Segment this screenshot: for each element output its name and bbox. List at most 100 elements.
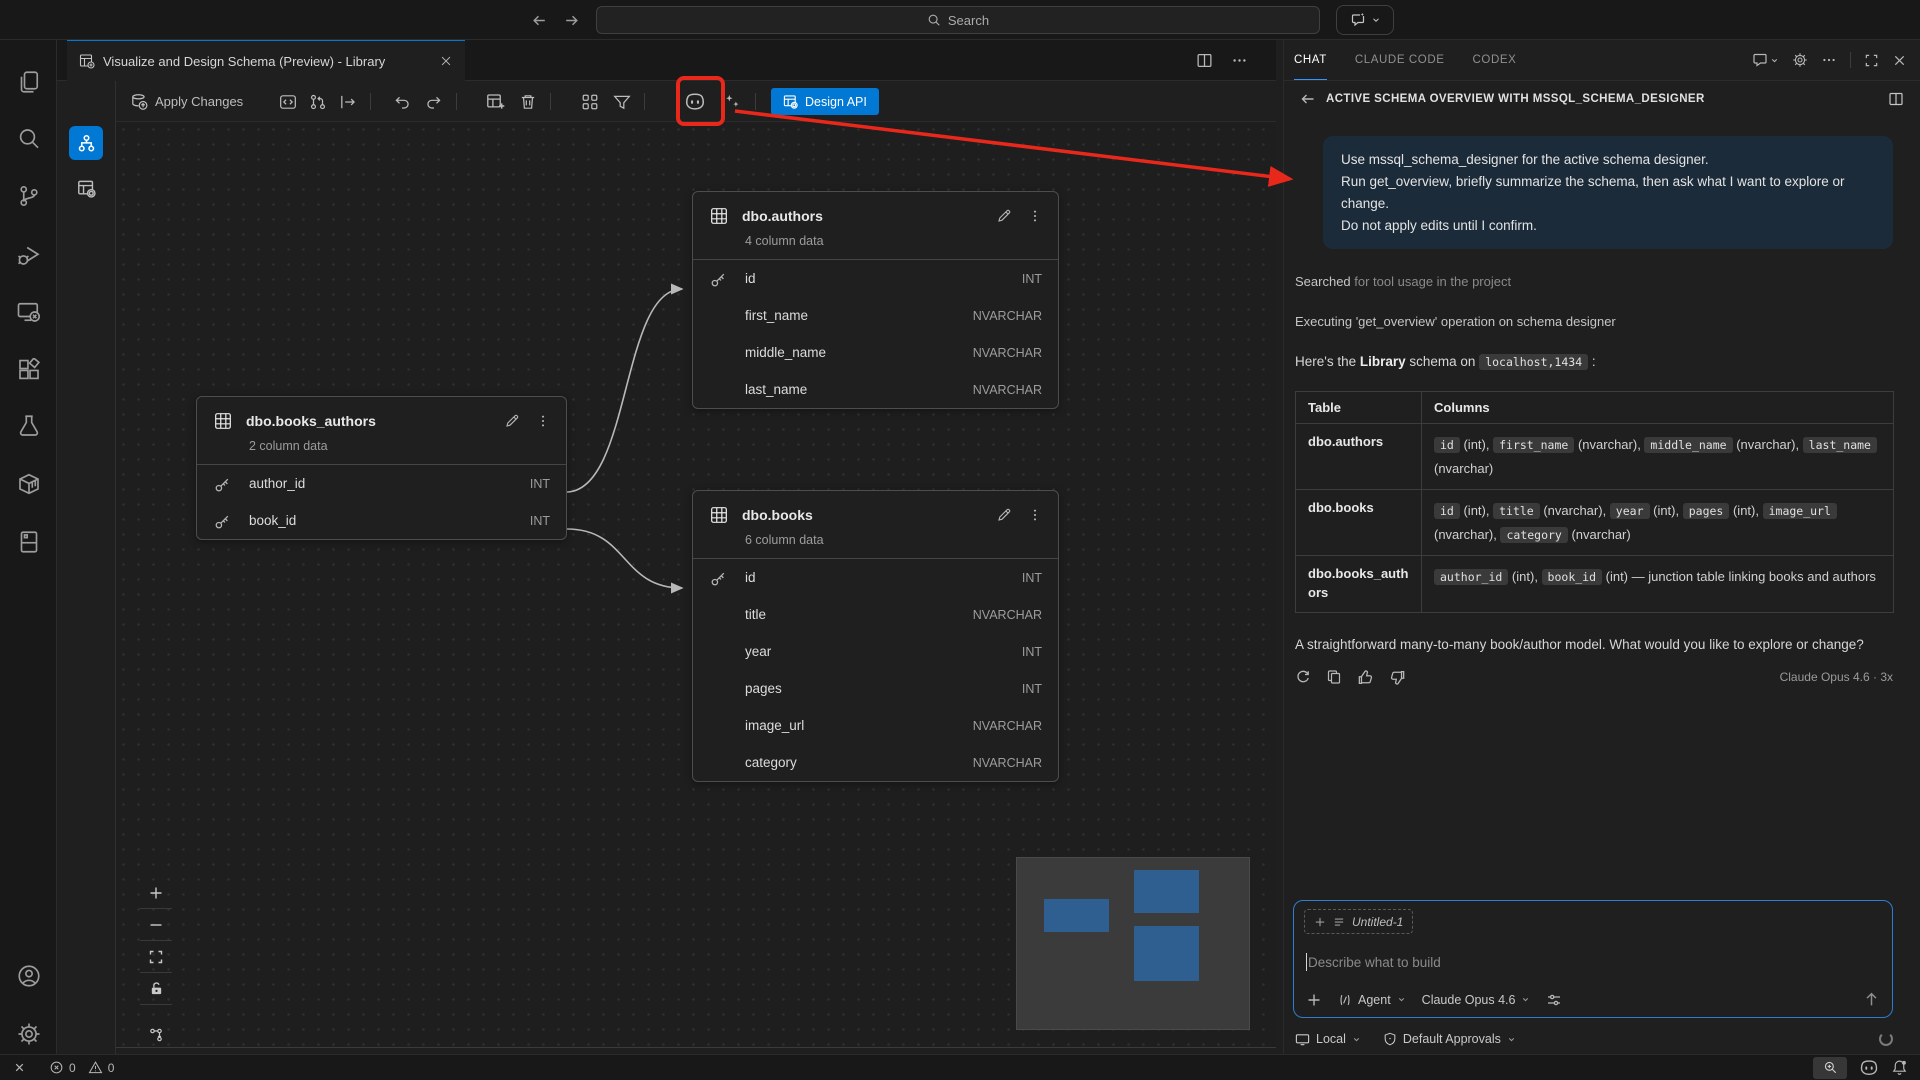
column-row[interactable]: author_idINT [197, 465, 566, 502]
column-row[interactable]: image_urlNVARCHAR [693, 707, 1058, 744]
undo-icon[interactable] [390, 81, 414, 122]
chat-input-box[interactable]: Untitled-1 Describe what to build Agent … [1293, 900, 1893, 1018]
column-row[interactable]: titleNVARCHAR [693, 596, 1058, 633]
zoom-out-button[interactable] [140, 909, 172, 941]
column-row[interactable]: idINT [693, 260, 1058, 297]
redo-icon[interactable] [422, 81, 446, 122]
copilot-chat-button[interactable] [1336, 5, 1394, 35]
containers-icon[interactable] [0, 460, 57, 508]
model-selector[interactable]: Claude Opus 4.6 [1422, 993, 1531, 1007]
maximize-panel-icon[interactable] [1864, 53, 1879, 68]
node-menu-icon[interactable] [536, 414, 550, 428]
export-icon[interactable] [336, 81, 360, 122]
column-row[interactable]: categoryNVARCHAR [693, 744, 1058, 781]
zoom-in-button[interactable] [140, 877, 172, 909]
explorer-icon[interactable] [0, 58, 57, 106]
fit-view-button[interactable] [140, 941, 172, 973]
column-row[interactable]: last_nameNVARCHAR [693, 371, 1058, 408]
add-table-icon[interactable] [482, 81, 508, 122]
column-row[interactable]: middle_name NVARCHAR [693, 334, 1058, 371]
database-projects-icon[interactable] [0, 518, 57, 566]
primary-key-icon [710, 570, 731, 586]
node-menu-icon[interactable] [1028, 209, 1042, 223]
search-view-icon[interactable] [0, 115, 57, 163]
mode-selector[interactable]: Agent [1338, 993, 1406, 1007]
chat-settings-gear-icon[interactable] [1792, 52, 1808, 68]
key-spacer [710, 644, 731, 660]
auto-layout-button[interactable] [140, 1019, 172, 1047]
auto-arrange-icon[interactable] [578, 81, 602, 122]
thumbs-up-icon[interactable] [1357, 669, 1374, 686]
nav-forward-icon[interactable] [560, 9, 582, 31]
column-name: middle_name [745, 345, 826, 360]
environment-selector[interactable]: Local [1295, 1032, 1361, 1047]
context-chip[interactable]: Untitled-1 [1304, 909, 1413, 934]
schema-node-authors[interactable]: dbo.authors4 column dataidINTfirst_nameN… [692, 191, 1059, 409]
tab-codex[interactable]: CODEX [1473, 40, 1517, 80]
mode-label: Agent [1358, 993, 1391, 1007]
send-button[interactable] [1863, 991, 1880, 1008]
node-menu-icon[interactable] [1028, 508, 1042, 522]
tab-close-icon[interactable] [439, 54, 453, 68]
filter-icon[interactable] [610, 81, 634, 122]
thumbs-down-icon[interactable] [1389, 669, 1406, 686]
nav-back-icon[interactable] [528, 9, 550, 31]
remote-explorer-icon[interactable] [0, 288, 57, 336]
minimap[interactable] [1016, 857, 1250, 1030]
edit-table-icon[interactable] [996, 208, 1012, 224]
view-code-icon[interactable] [276, 81, 300, 122]
design-api-button[interactable]: Design API [771, 88, 879, 115]
run-debug-icon[interactable] [0, 231, 57, 279]
table-icon [710, 506, 728, 524]
edit-table-icon[interactable] [504, 413, 520, 429]
webview-zoom-button[interactable] [1813, 1057, 1847, 1079]
tab-chat[interactable]: CHAT [1294, 40, 1327, 80]
ai-edit-sparkle-icon[interactable] [720, 81, 744, 122]
settings-gear-icon[interactable] [0, 1010, 57, 1058]
schema-node-books[interactable]: dbo.books6 column dataidINTtitleNVARCHAR… [692, 490, 1059, 782]
close-panel-icon[interactable] [1892, 53, 1907, 68]
remote-indicator-icon[interactable] [12, 1060, 27, 1075]
node-subtitle: 4 column data [693, 225, 1058, 260]
canvas-scrollbar[interactable] [116, 1047, 1276, 1054]
copilot-icon[interactable] [681, 81, 709, 122]
column-row[interactable]: pagesINT [693, 670, 1058, 707]
accounts-icon[interactable] [0, 952, 57, 1000]
column-row[interactable]: first_nameNVARCHAR [693, 297, 1058, 334]
extensions-icon[interactable] [0, 346, 57, 394]
search-input[interactable]: Search [596, 6, 1320, 34]
chat-more-icon[interactable] [1821, 52, 1837, 68]
chat-sessions-icon[interactable] [1752, 52, 1779, 68]
approvals-selector[interactable]: Default Approvals [1383, 1032, 1516, 1046]
column-row[interactable]: idINT [693, 559, 1058, 596]
tab-claude-code[interactable]: CLAUDE CODE [1355, 40, 1445, 80]
edit-table-icon[interactable] [996, 507, 1012, 523]
apply-changes-button[interactable]: Apply Changes [130, 81, 243, 122]
compare-changes-icon[interactable] [306, 81, 330, 122]
minimap-node-authors [1134, 870, 1199, 913]
lock-button[interactable] [140, 973, 172, 1005]
notifications-bell-icon[interactable] [1891, 1059, 1908, 1076]
source-control-icon[interactable] [0, 172, 57, 220]
schema-node-books_authors[interactable]: dbo.books_authors2 column dataauthor_idI… [196, 396, 567, 540]
back-arrow-icon[interactable] [1300, 91, 1316, 107]
tab-schema-designer[interactable]: Visualize and Design Schema (Preview) - … [67, 40, 465, 81]
column-type: NVARCHAR [973, 346, 1042, 360]
delete-icon[interactable] [516, 81, 540, 122]
attach-plus-icon[interactable] [1306, 992, 1322, 1008]
copy-icon[interactable] [1326, 669, 1342, 685]
schema-diagram-view-button[interactable] [69, 126, 103, 160]
add-context-plus-icon[interactable] [1314, 916, 1326, 928]
tools-sliders-icon[interactable] [1546, 992, 1562, 1008]
column-row[interactable]: book_idINT [197, 502, 566, 539]
more-actions-icon[interactable] [1231, 52, 1248, 69]
regenerate-icon[interactable] [1295, 669, 1311, 685]
copilot-status-icon[interactable] [1859, 1058, 1879, 1078]
split-editor-icon[interactable] [1196, 52, 1213, 69]
open-in-editor-icon[interactable] [1888, 91, 1904, 107]
column-row[interactable]: yearINT [693, 633, 1058, 670]
testing-icon[interactable] [0, 402, 57, 450]
problems-indicator[interactable]: 0 0 [49, 1060, 114, 1075]
table-definition-view-button[interactable] [69, 171, 103, 205]
schema-canvas[interactable]: dbo.books_authors2 column dataauthor_idI… [116, 122, 1276, 1047]
